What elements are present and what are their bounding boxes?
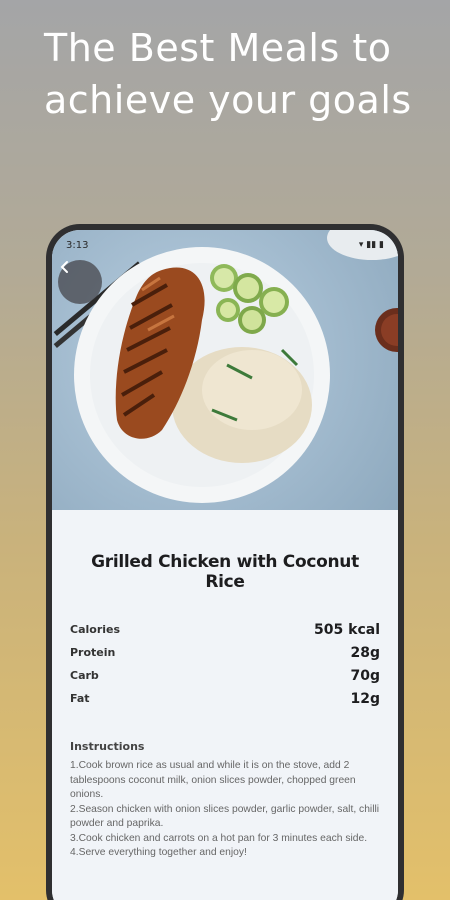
instructions-title: Instructions bbox=[70, 740, 145, 753]
instruction-step: 3.Cook chicken and carrots on a hot pan … bbox=[70, 832, 368, 844]
nutrition-value: 28g bbox=[350, 644, 380, 661]
meal-photo: 3:13 ▾ ▮▮ ▮ bbox=[52, 230, 398, 510]
nutrition-label: Fat bbox=[70, 692, 90, 705]
nutrition-label: Calories bbox=[70, 623, 121, 636]
nutrition-value: 70g bbox=[350, 667, 380, 684]
nutrition-row-carb: Carb 70g bbox=[70, 664, 380, 687]
app-screen: 3:13 ▾ ▮▮ ▮ Grilled Chicken with Coconut… bbox=[52, 230, 398, 900]
back-button[interactable] bbox=[58, 260, 102, 304]
nutrition-value: 505 kcal bbox=[314, 621, 380, 638]
nutrition-row-protein: Protein 28g bbox=[70, 641, 380, 664]
status-icons: ▾ ▮▮ ▮ bbox=[358, 240, 384, 250]
nutrition-label: Protein bbox=[70, 646, 116, 659]
instructions-section: Instructions 1.Cook brown rice as usual … bbox=[70, 740, 380, 861]
recipe-title: Grilled Chicken with Coconut Rice bbox=[91, 552, 359, 592]
meal-illustration bbox=[53, 230, 398, 503]
chevron-left-icon bbox=[60, 261, 68, 273]
nutrition-row-fat: Fat 12g bbox=[70, 687, 380, 710]
status-time: 3:13 bbox=[66, 240, 89, 251]
nutrition-label: Carb bbox=[70, 669, 99, 682]
nutrition-table: Calories 505 kcal Protein 28g Carb 70g F… bbox=[70, 618, 380, 710]
instruction-step: 2.Season chicken with onion slices powde… bbox=[70, 803, 380, 830]
instruction-step: 1.Cook brown rice as usual and while it … bbox=[70, 760, 356, 800]
nutrition-row-calories: Calories 505 kcal bbox=[70, 618, 380, 641]
recipe-details: Grilled Chicken with Coconut Rice Calori… bbox=[52, 510, 398, 900]
instruction-step: 4.Serve everything together and enjoy! bbox=[70, 847, 247, 858]
nutrition-value: 12g bbox=[350, 690, 380, 707]
promo-headline: The Best Meals to achieve your goals bbox=[44, 26, 412, 122]
phone-frame: 3:13 ▾ ▮▮ ▮ Grilled Chicken with Coconut… bbox=[46, 224, 404, 900]
